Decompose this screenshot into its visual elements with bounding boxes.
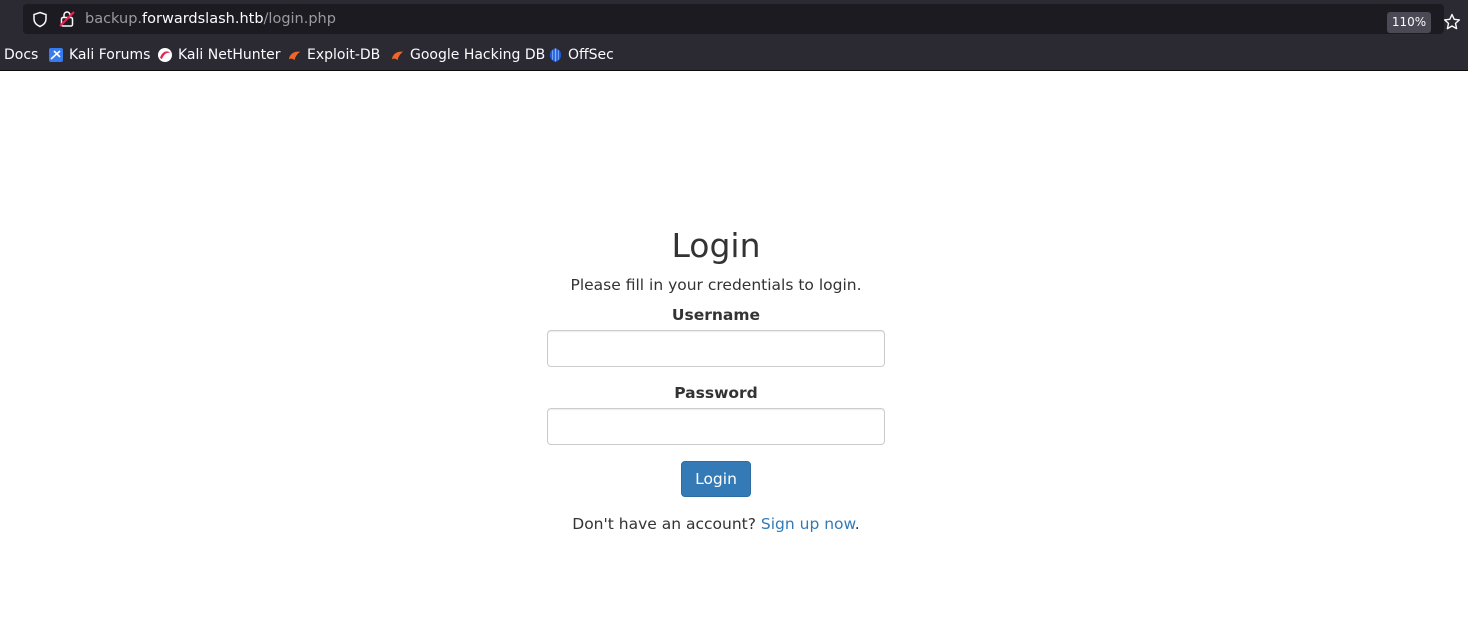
insecure-lock-icon[interactable] [59,10,75,32]
bookmark-kali-nethunter[interactable]: Kali NetHunter [157,42,280,68]
bookmark-kali-forums[interactable]: Kali Forums [48,42,150,68]
bookmark-star-icon[interactable] [1443,13,1461,35]
chrome-divider [0,70,1468,71]
page-title: Login [671,226,761,265]
bookmark-label: Docs [4,47,39,63]
signup-suffix: . [854,515,860,533]
url-subdomain: backup. [85,11,143,27]
bookmark-exploit-db[interactable]: Exploit-DB [287,42,380,68]
username-label: Username [671,306,761,324]
url-path: /login.php [263,11,336,27]
tracking-protection-shield-icon[interactable] [32,11,48,32]
bookmark-label: Kali Forums [69,47,151,63]
url-host: forwardslash.htb [142,11,264,27]
kali-forums-icon [49,48,63,62]
bookmark-offsec[interactable]: OffSec [548,42,614,68]
google-hacking-db-icon [391,51,404,60]
bookmark-label: Exploit-DB [307,47,381,63]
bookmark-label: OffSec [568,47,614,63]
signup-link[interactable]: Sign up now [761,515,855,533]
zoom-level-badge[interactable]: 110% [1387,12,1431,33]
bookmarks-toolbar: Docs Kali Forums Kali NetHunter Exploit-… [0,42,1468,68]
bookmark-label: Google Hacking DB [410,47,546,63]
url-text[interactable]: backup.forwardslash.htb/login.php [85,4,336,34]
exploit-db-icon [288,51,301,60]
signup-prompt: Don't have an account? [572,515,761,533]
kali-nethunter-icon [158,48,172,62]
username-field[interactable] [547,330,885,367]
bookmark-google-hacking-db[interactable]: Google Hacking DB [390,42,545,68]
signup-line: Don't have an account? Sign up now. [0,514,1432,534]
page-subtitle: Please fill in your credentials to login… [570,276,862,294]
offsec-icon [549,48,562,62]
address-bar[interactable]: backup.forwardslash.htb/login.php 110% [23,4,1461,34]
password-field[interactable] [547,408,885,445]
browser-chrome: backup.forwardslash.htb/login.php 110% D… [0,0,1468,71]
login-button[interactable]: Login [681,461,751,497]
bookmark-docs[interactable]: Docs [4,42,38,68]
password-label: Password [674,384,758,402]
bookmark-label: Kali NetHunter [178,47,281,63]
